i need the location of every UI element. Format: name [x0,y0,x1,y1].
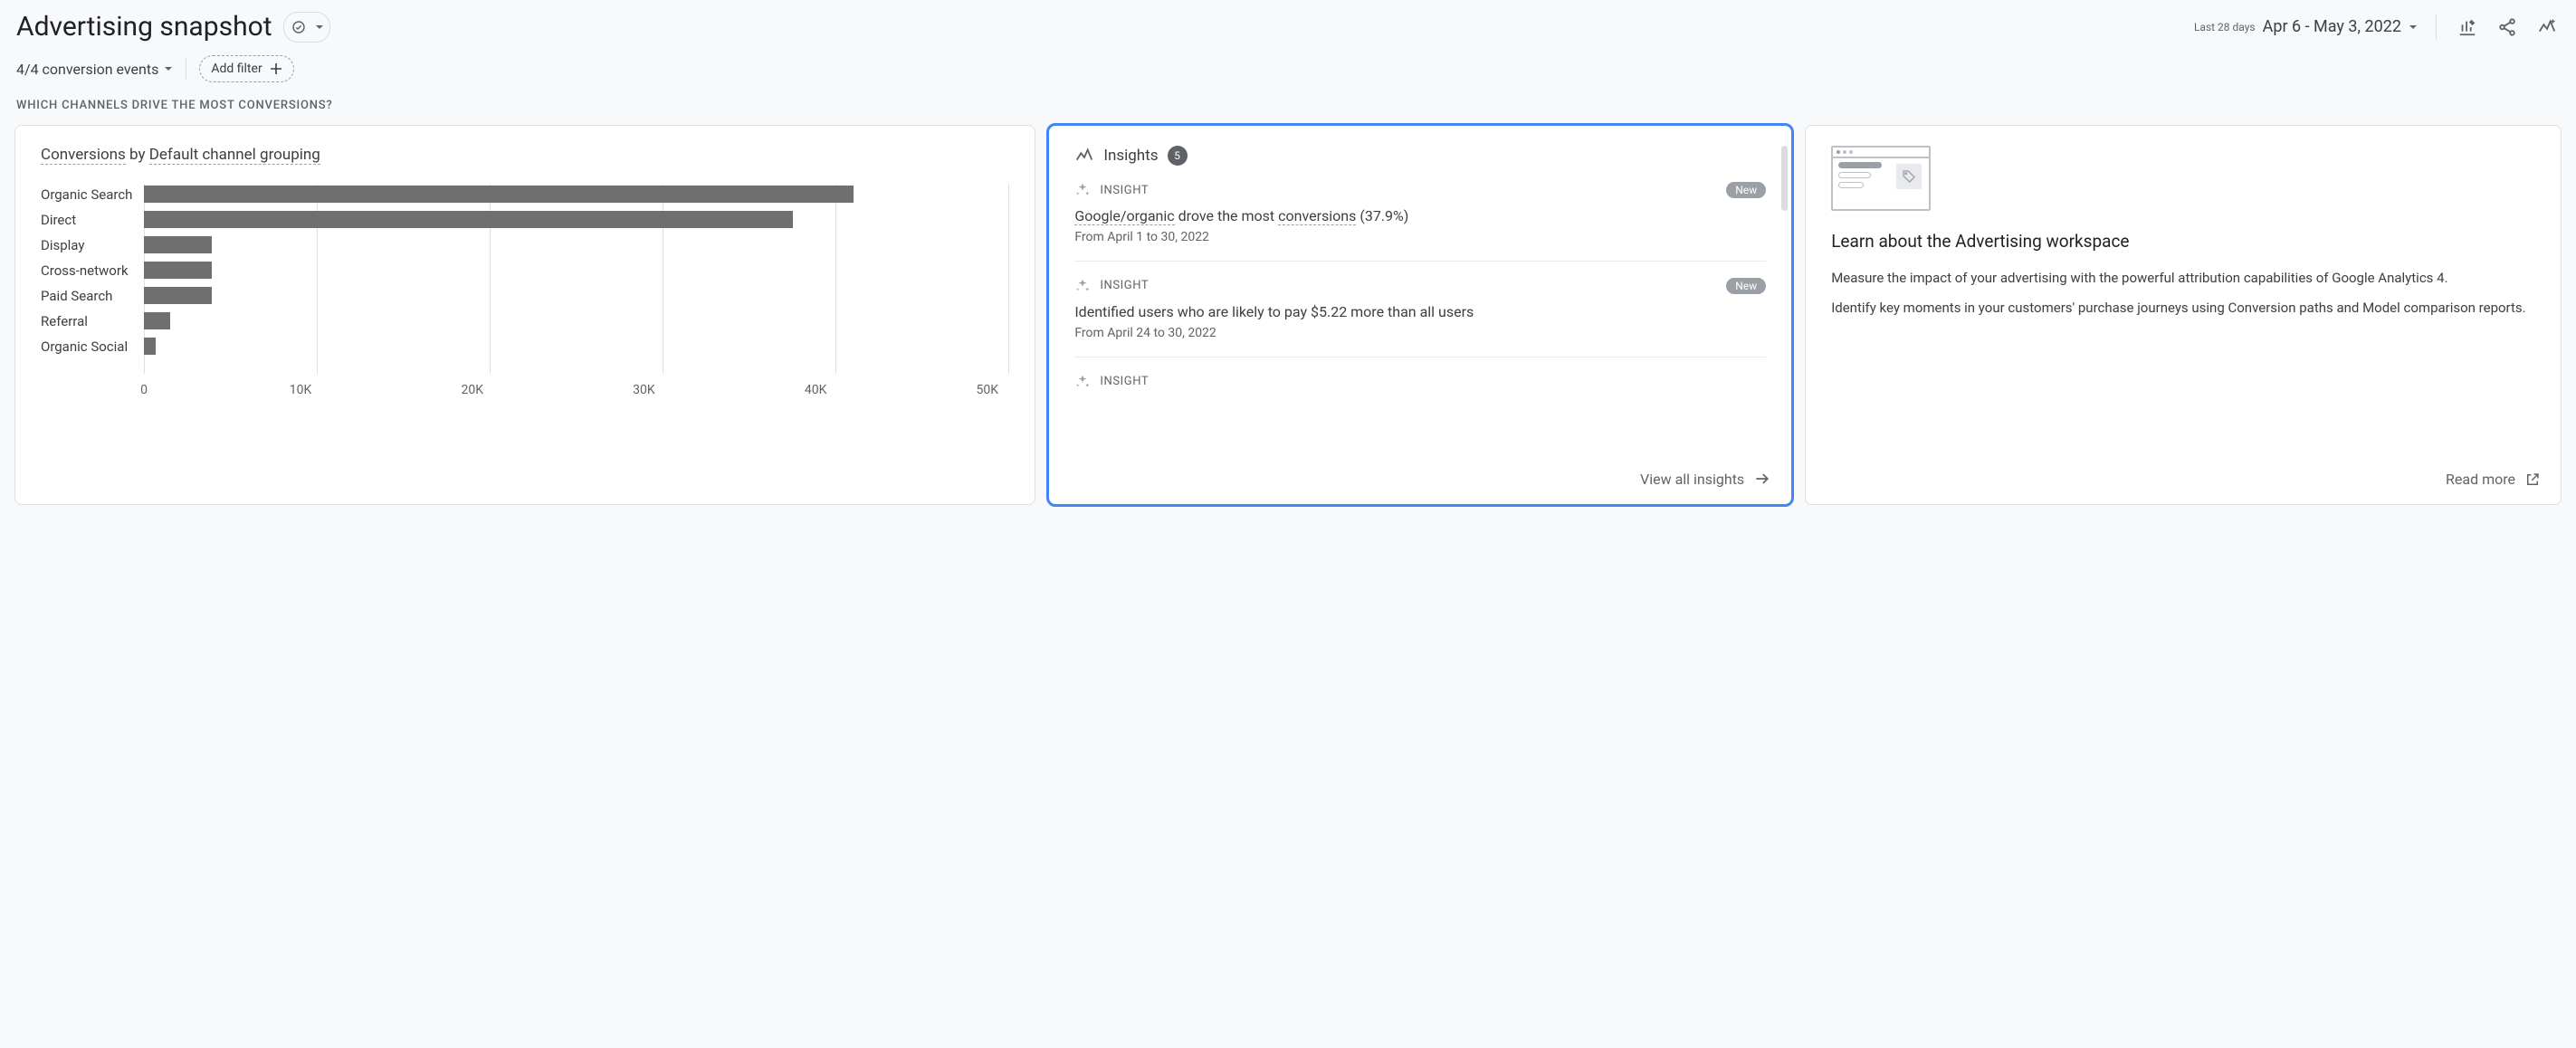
scrollbar[interactable] [1781,146,1788,211]
caret-down-icon [315,23,324,32]
sparkle-icon [1074,182,1091,198]
learn-illustration [1831,146,1931,211]
sparkle-icon [1074,278,1091,294]
share-icon[interactable] [2495,14,2520,40]
insight-item[interactable]: INSIGHT New Google/organic drove the mos… [1074,166,1766,262]
learn-paragraph: Identify key moments in your customers' … [1831,298,2535,319]
chart-bar[interactable] [144,287,212,304]
date-range-selector[interactable]: Last 28 days Apr 6 - May 3, 2022 [2194,17,2418,36]
insight-date: From April 24 to 30, 2022 [1074,326,1766,340]
learn-paragraph: Measure the impact of your advertising w… [1831,268,2535,289]
insights-spark-icon[interactable] [2534,14,2560,40]
conversion-events-selector[interactable]: 4/4 conversion events [16,61,173,78]
divider [2436,14,2437,40]
x-axis-tick: 30K [633,383,655,397]
page-title: Advertising snapshot [16,11,272,43]
read-more-link[interactable]: Read more [2446,471,2541,488]
arrow-right-icon [1753,470,1771,488]
chart-row-label: Organic Social [41,338,144,355]
chart-row-label: Cross-network [41,262,144,279]
add-filter-label: Add filter [211,62,262,76]
insight-kicker-label: INSIGHT [1100,279,1149,292]
dimension-label[interactable]: Default channel grouping [149,146,320,165]
edit-chart-icon[interactable] [2455,14,2480,40]
open-in-new-icon [2524,472,2541,488]
conversions-card: Conversions by Default channel grouping … [14,125,1035,505]
metric-label[interactable]: Conversions [41,146,126,165]
x-axis-tick: 40K [805,383,827,397]
chart-row: Organic Search [144,186,1009,203]
x-axis-tick: 10K [290,383,312,397]
chart-row: Paid Search [144,287,1009,304]
insight-kicker-label: INSIGHT [1100,184,1149,197]
new-badge: New [1726,278,1766,294]
chart-row-label: Direct [41,212,144,228]
insight-title: Identified users who are likely to pay $… [1074,303,1766,322]
insight-item[interactable]: INSIGHT New Identified users who are lik… [1074,262,1766,357]
chart-bar[interactable] [144,312,170,329]
conversions-card-title: Conversions by Default channel grouping [41,146,1009,164]
chart-bar[interactable] [144,186,854,203]
chart-row-label: Display [41,237,144,253]
insights-title: Insights [1103,147,1158,165]
x-axis-tick: 0 [140,383,148,397]
chart-row: Cross-network [144,262,1009,279]
channel-bar-chart: Organic SearchDirectDisplayCross-network… [41,180,1009,397]
chart-row-label: Referral [41,313,144,329]
tag-icon [1896,164,1922,189]
chart-bar[interactable] [144,236,212,253]
new-badge: New [1726,182,1766,198]
insight-date: From April 1 to 30, 2022 [1074,230,1766,244]
chart-row: Organic Social [144,338,1009,355]
date-range-label: Last 28 days [2194,21,2256,33]
date-range-value: Apr 6 - May 3, 2022 [2263,17,2401,36]
insight-kicker-label: INSIGHT [1100,375,1149,388]
caret-down-icon [2409,23,2418,32]
chart-bar[interactable] [144,338,156,355]
insights-count-badge: 5 [1168,146,1188,166]
add-filter-button[interactable]: Add filter [199,55,293,82]
chart-row: Display [144,236,1009,253]
chart-bar[interactable] [144,262,212,279]
chart-row: Referral [144,312,1009,329]
x-axis-tick: 50K [977,383,999,397]
title-status-chip[interactable] [283,12,330,43]
chart-row-label: Paid Search [41,288,144,304]
chart-row-label: Organic Search [41,186,144,203]
insights-card: Insights 5 INSIGHT New Google/organic dr… [1048,125,1792,505]
section-question: WHICH CHANNELS DRIVE THE MOST CONVERSION… [7,99,2569,125]
x-axis-tick: 20K [461,383,483,397]
insight-title: Google/organic drove the most conversion… [1074,207,1766,226]
sparkle-icon [1074,374,1091,390]
insights-spark-icon [1074,146,1094,166]
view-all-insights-link[interactable]: View all insights [1640,470,1771,488]
conversion-events-label: 4/4 conversion events [16,61,158,78]
chart-bar[interactable] [144,211,793,228]
check-icon [286,14,311,40]
caret-down-icon [164,64,173,73]
learn-title: Learn about the Advertising workspace [1831,231,2535,252]
plus-icon [270,62,282,75]
learn-card: Learn about the Advertising workspace Me… [1805,125,2562,505]
chart-row: Direct [144,211,1009,228]
insight-item[interactable]: INSIGHT [1074,357,1766,406]
